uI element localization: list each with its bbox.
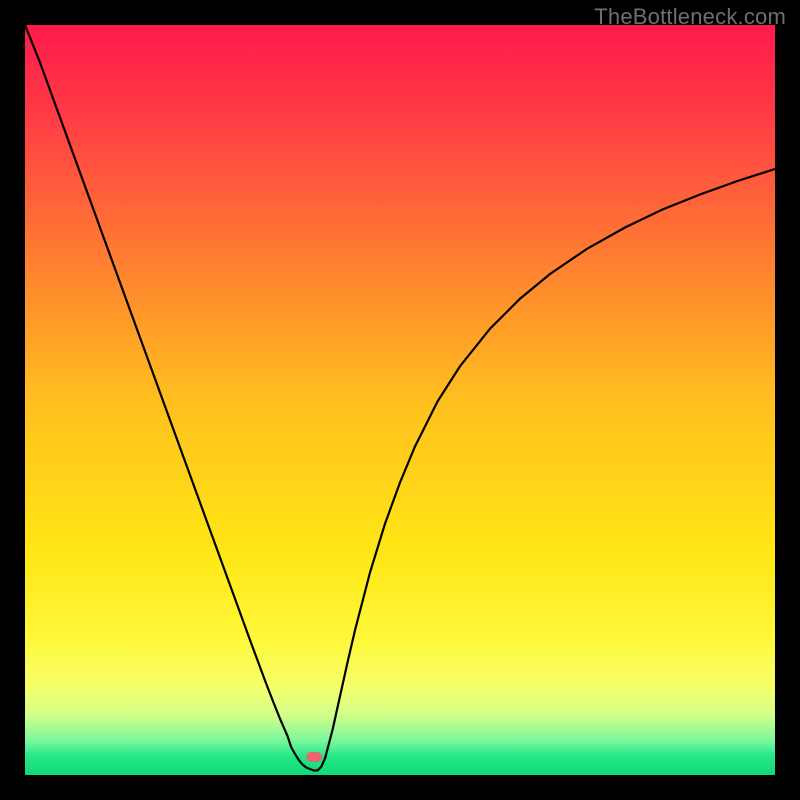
watermark-text: TheBottleneck.com (594, 4, 786, 30)
bottleneck-curve (25, 25, 775, 771)
app-frame: TheBottleneck.com (0, 0, 800, 800)
optimum-marker (306, 752, 322, 762)
plot-area (25, 25, 775, 775)
curve-layer (25, 25, 775, 775)
